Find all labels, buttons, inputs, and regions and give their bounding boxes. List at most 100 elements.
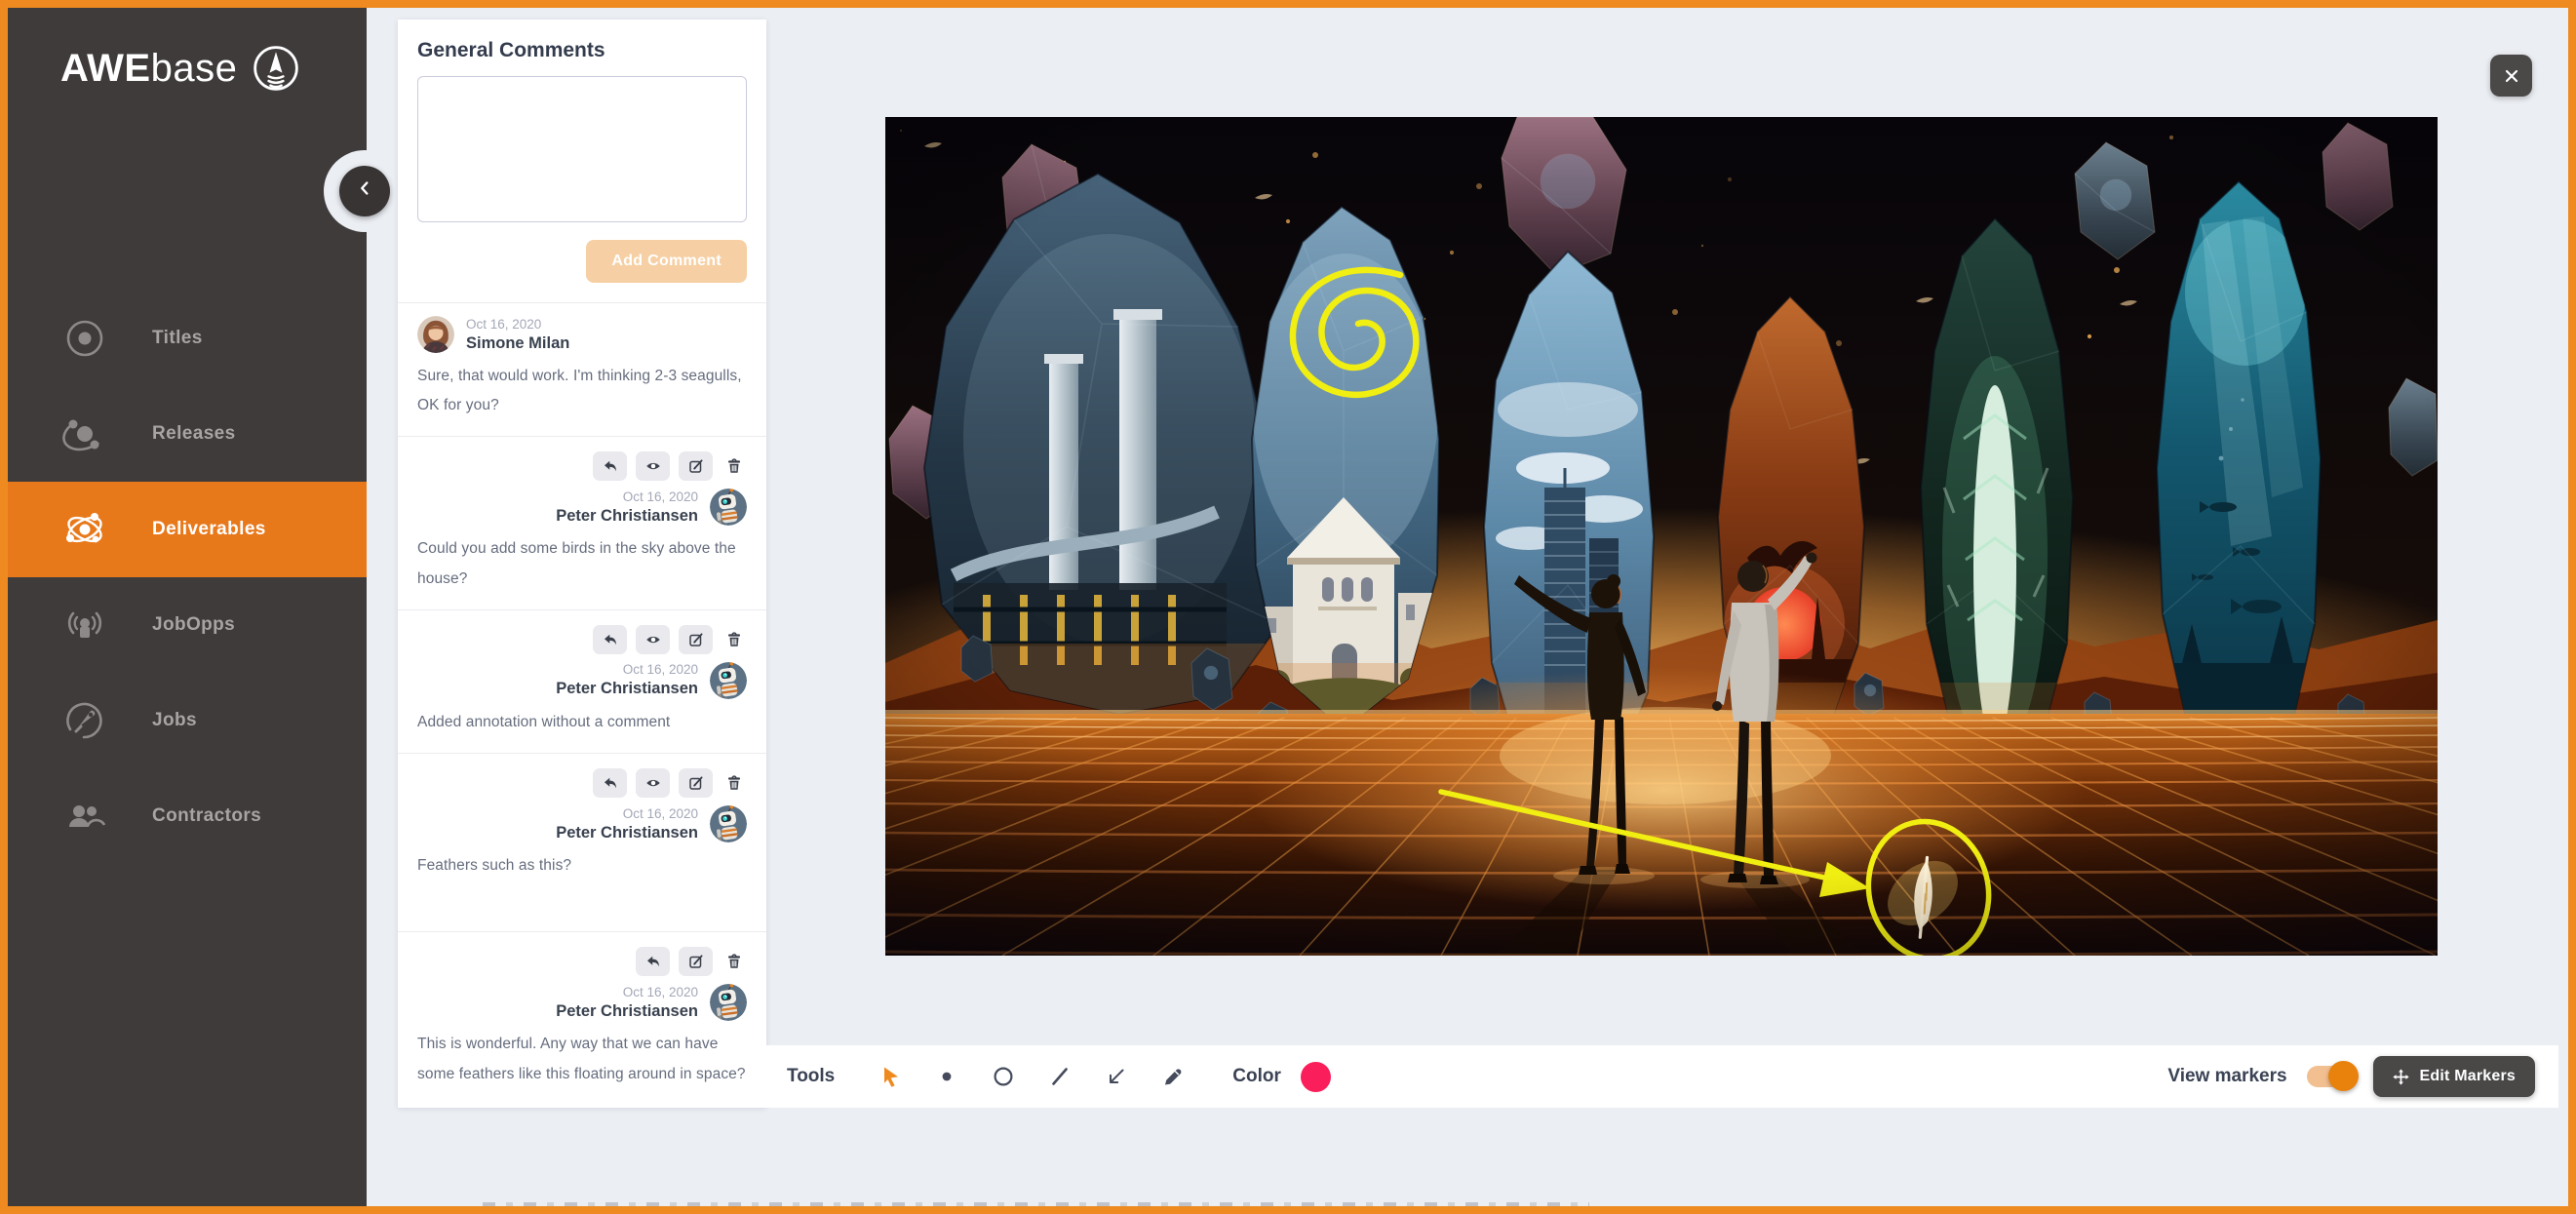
sidebar-item-contractors[interactable]: Contractors <box>8 768 367 864</box>
sidebar-nav: Titles Releases Deliverables JobOpps Job… <box>8 291 367 864</box>
delete-comment-button[interactable] <box>722 451 747 481</box>
view-markers-label: View markers <box>2167 1066 2286 1087</box>
circle-tool-button[interactable] <box>987 1060 1020 1093</box>
comment-actions <box>417 947 747 976</box>
comment-date: Oct 16, 2020 <box>466 317 569 332</box>
close-icon <box>2502 66 2521 86</box>
reply-button[interactable] <box>593 625 627 654</box>
arrow-tool-button[interactable] <box>1100 1060 1133 1093</box>
sidebar-item-releases[interactable]: Releases <box>8 386 367 482</box>
eye-icon <box>644 631 662 648</box>
edit-icon <box>687 457 705 475</box>
comment-text: Added annotation without a comment <box>417 708 747 737</box>
edit-icon <box>687 774 705 792</box>
comment-input[interactable] <box>417 76 747 222</box>
comment-header: Oct 16, 2020 Peter Christiansen <box>417 662 747 699</box>
trash-icon <box>725 774 743 792</box>
tools-label: Tools <box>787 1066 835 1087</box>
logo-wordmark: AWEbase <box>60 47 237 91</box>
eye-icon <box>644 457 662 475</box>
arrow-icon <box>1105 1065 1128 1088</box>
comment-actions <box>417 625 747 654</box>
color-swatch[interactable] <box>1301 1062 1331 1092</box>
delete-comment-button[interactable] <box>722 625 747 654</box>
comment-item: Oct 16, 2020 Peter Christiansen Added an… <box>398 609 766 753</box>
view-annotation-button[interactable] <box>636 625 670 654</box>
comment-date: Oct 16, 2020 <box>556 806 698 821</box>
pencil-logo-icon <box>251 43 301 94</box>
view-markers-toggle[interactable] <box>2307 1066 2354 1087</box>
avatar-peter-christiansen <box>710 805 747 842</box>
comment-date: Oct 16, 2020 <box>556 490 698 504</box>
comment-date: Oct 16, 2020 <box>556 985 698 999</box>
jobopps-icon <box>62 603 107 647</box>
titles-icon <box>62 316 107 361</box>
sidebar-item-titles[interactable]: Titles <box>8 291 367 386</box>
line-icon <box>1048 1065 1072 1088</box>
deliverables-icon <box>62 507 107 552</box>
comment-item: Oct 16, 2020 Peter Christiansen This is … <box>398 931 766 1104</box>
comment-author: Peter Christiansen <box>556 1002 698 1021</box>
comment-author: Simone Milan <box>466 334 569 353</box>
comment-header: Oct 16, 2020 Peter Christiansen <box>417 489 747 526</box>
eye-icon <box>644 774 662 792</box>
avatar-peter-christiansen <box>710 489 747 526</box>
composer-actions: Add Comment <box>398 222 766 302</box>
draw-tool-button[interactable] <box>1156 1060 1190 1093</box>
comment-text: Sure, that would work. I'm thinking 2-3 … <box>417 362 747 420</box>
color-label: Color <box>1232 1066 1281 1087</box>
annotation-toolbar: Tools Color View markers Edit Markers <box>763 1045 2558 1108</box>
chevron-left-icon <box>354 177 375 199</box>
view-annotation-button[interactable] <box>636 451 670 481</box>
comment-header: Oct 16, 2020 Peter Christiansen <box>417 805 747 842</box>
reply-button[interactable] <box>593 451 627 481</box>
comment-header: Oct 16, 2020 Simone Milan <box>417 316 747 353</box>
jobs-icon <box>62 698 107 743</box>
panel-title: General Comments <box>398 20 766 76</box>
toggle-knob <box>2328 1061 2359 1091</box>
view-annotation-button[interactable] <box>636 768 670 798</box>
line-tool-button[interactable] <box>1043 1060 1076 1093</box>
toolbar-right-group: View markers Edit Markers <box>2167 1056 2535 1097</box>
edit-markers-button[interactable]: Edit Markers <box>2373 1056 2535 1097</box>
comment-text: This is wonderful. Any way that we can h… <box>417 1030 747 1088</box>
circle-icon <box>992 1065 1015 1088</box>
awebase-logo: AWEbase <box>60 43 301 94</box>
comment-item: Oct 16, 2020 Simone Milan Sure, that wou… <box>398 302 766 436</box>
reply-button[interactable] <box>636 947 670 976</box>
move-icon <box>2393 1069 2409 1085</box>
artwork-scene <box>885 117 2438 956</box>
comment-actions <box>417 768 747 798</box>
add-comment-button[interactable]: Add Comment <box>586 240 747 283</box>
close-button[interactable] <box>2490 55 2532 97</box>
edit-icon <box>687 953 705 970</box>
edit-comment-button[interactable] <box>679 947 713 976</box>
trash-icon <box>725 457 743 475</box>
reply-icon <box>602 631 619 648</box>
contractors-icon <box>62 794 107 839</box>
comments-panel: General Comments Add Comment Oct 16, 202… <box>398 20 766 1108</box>
edit-comment-button[interactable] <box>679 451 713 481</box>
sidebar-item-deliverables[interactable]: Deliverables <box>8 482 367 577</box>
edit-comment-button[interactable] <box>679 625 713 654</box>
dot-icon <box>935 1065 958 1088</box>
sidebar-item-jobopps[interactable]: JobOpps <box>8 577 367 673</box>
comment-author: Peter Christiansen <box>556 507 698 526</box>
releases-icon <box>62 411 107 456</box>
deliverable-artwork-canvas[interactable] <box>885 117 2438 956</box>
select-tool-button[interactable] <box>874 1060 907 1093</box>
footer-cutoff-text <box>483 1202 1589 1207</box>
dot-tool-button[interactable] <box>930 1060 963 1093</box>
sidebar-collapse-button[interactable] <box>339 166 390 216</box>
trash-icon <box>725 631 743 648</box>
delete-comment-button[interactable] <box>722 947 747 976</box>
reply-button[interactable] <box>593 768 627 798</box>
pencil-icon <box>1161 1065 1185 1088</box>
trash-icon <box>725 953 743 970</box>
edit-comment-button[interactable] <box>679 768 713 798</box>
comment-author: Peter Christiansen <box>556 680 698 698</box>
delete-comment-button[interactable] <box>722 768 747 798</box>
comment-author: Peter Christiansen <box>556 824 698 842</box>
edit-icon <box>687 631 705 648</box>
sidebar-item-jobs[interactable]: Jobs <box>8 673 367 768</box>
